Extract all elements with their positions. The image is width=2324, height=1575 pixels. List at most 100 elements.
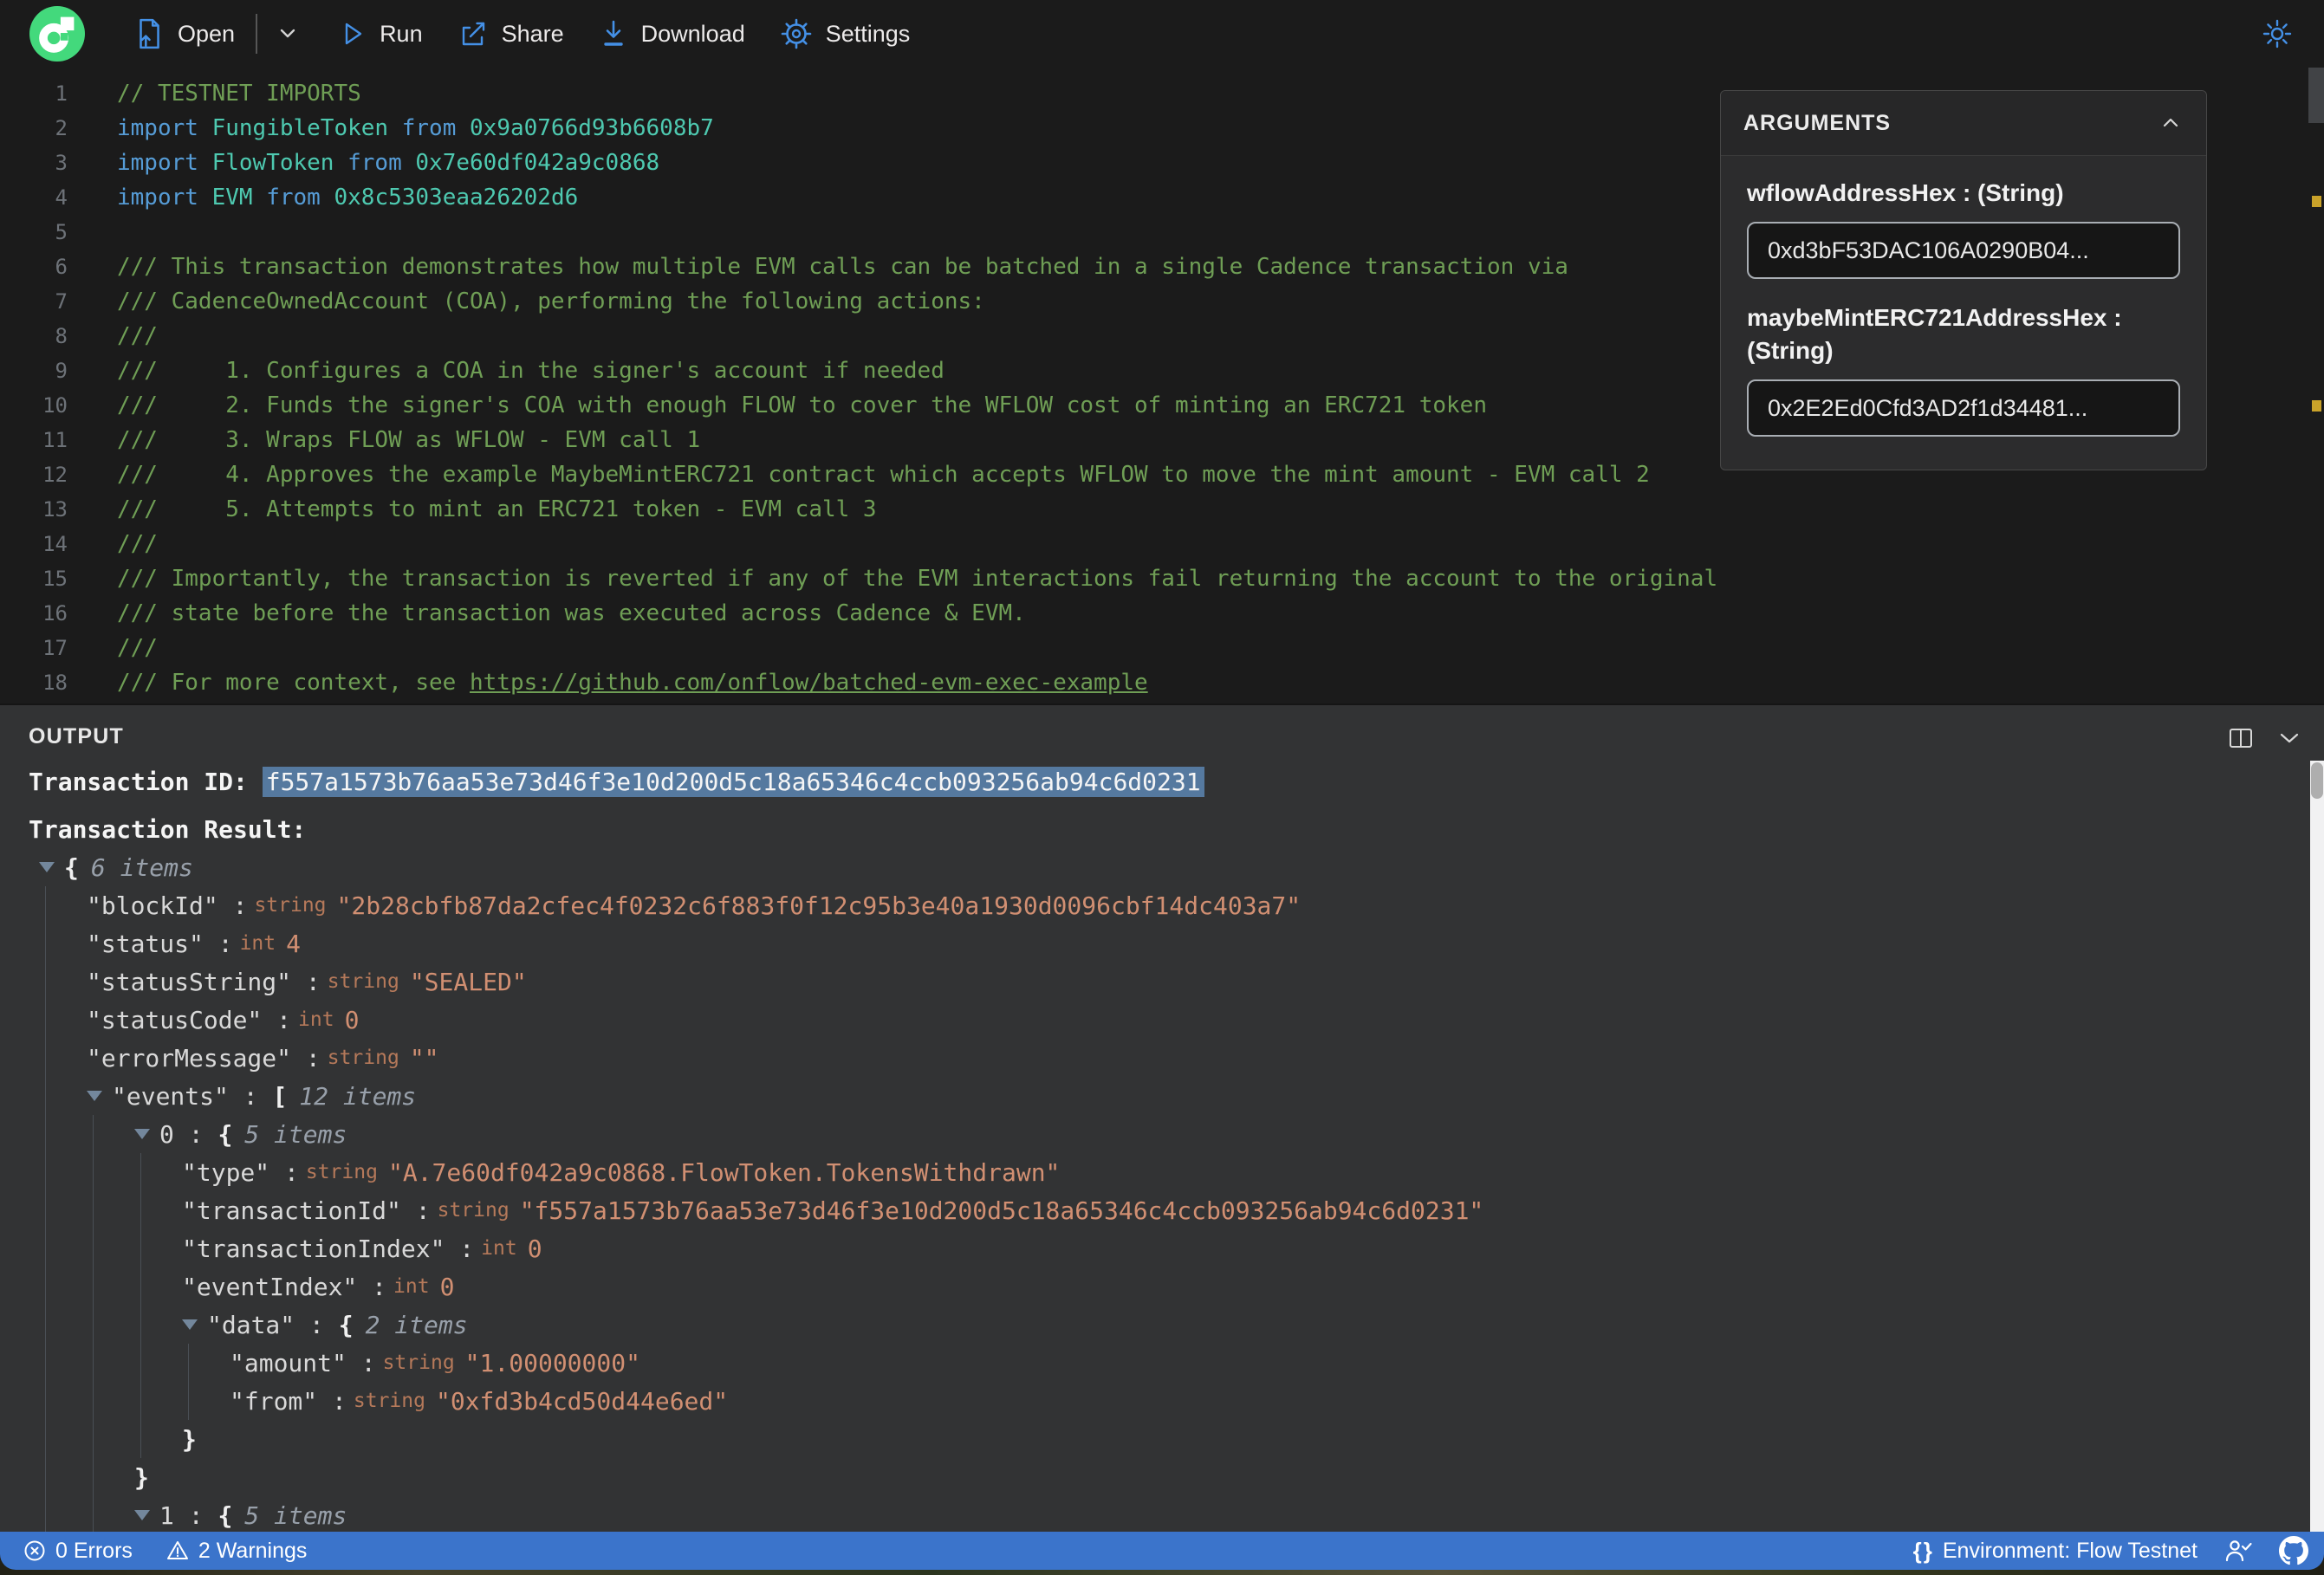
line-number: 9 xyxy=(55,359,68,383)
output-scrollbar-thumb[interactable] xyxy=(2311,762,2323,799)
line-number: 1 xyxy=(55,81,68,106)
tree-value: 4 xyxy=(286,929,301,958)
line-number: 12 xyxy=(42,463,68,487)
open-button[interactable]: Open xyxy=(133,17,235,50)
download-button[interactable]: Download xyxy=(599,18,745,49)
output-scrollbar[interactable] xyxy=(2310,761,2324,1532)
line-number: 2 xyxy=(55,116,68,140)
arguments-header: ARGUMENTS xyxy=(1721,91,2206,156)
toolbar: Open Run Share Download Settings xyxy=(0,0,2324,68)
code-token: 0x8c5303eaa26202d6 xyxy=(334,185,579,211)
tree-value: "SEALED" xyxy=(409,967,527,996)
feedback-person-icon[interactable] xyxy=(2223,1537,2253,1565)
download-icon xyxy=(603,20,623,46)
tree-row: "statusCode" : int 0 xyxy=(87,1001,2324,1039)
collapse-triangle-icon[interactable] xyxy=(134,1129,150,1139)
tree-key: "status" xyxy=(87,929,204,958)
arguments-panel: ARGUMENTS wflowAddressHex : (String) 0xd… xyxy=(1720,90,2207,470)
tree-value-type: int xyxy=(239,932,276,955)
tree-key: "blockId" xyxy=(87,891,218,920)
chevron-down-icon xyxy=(280,29,295,38)
settings-label: Settings xyxy=(825,20,911,47)
tree-colon: : xyxy=(295,1310,339,1339)
editor-scrollbar-thumb[interactable] xyxy=(2308,68,2324,123)
line-number: 7 xyxy=(55,289,68,314)
transaction-id-label: Transaction ID: xyxy=(29,768,263,796)
tree-row: "from" : string "0xfd3b4cd50d44e6ed" xyxy=(230,1382,2324,1420)
collapse-chevron-up-icon[interactable] xyxy=(2158,110,2184,136)
app-window: Open Run Share Download Settings 1 // TE… xyxy=(0,0,2324,1570)
argument-label: maybeMintERC721AddressHex : (String) xyxy=(1747,304,2122,364)
code-token: /// state before the transaction was exe… xyxy=(117,600,1026,626)
tree-bracket: { xyxy=(64,852,79,882)
line-number: 10 xyxy=(42,393,68,418)
code-line: 16 /// state before the transaction was e… xyxy=(0,596,2324,631)
tree-value-type: int xyxy=(481,1237,517,1260)
line-number: 16 xyxy=(42,601,68,625)
tree-row: "eventIndex" : int 0 xyxy=(182,1267,2324,1306)
tree-colon: : xyxy=(217,891,248,920)
tree-value: "A.7e60df042a9c0868.FlowToken.TokensWith… xyxy=(387,1157,1061,1187)
tree-bracket: } xyxy=(182,1424,197,1454)
collapse-triangle-icon[interactable] xyxy=(87,1091,102,1101)
tree-item-count: 2 items xyxy=(365,1310,468,1339)
code-token: /// 1. Configures a COA in the signer's … xyxy=(117,358,945,384)
argument-label: wflowAddressHex : (String) xyxy=(1747,179,2064,206)
errors-status[interactable]: 0 Errors xyxy=(23,1539,133,1564)
tree-key: "eventIndex" xyxy=(182,1272,358,1301)
settings-button[interactable]: Settings xyxy=(780,17,911,50)
theme-toggle-button[interactable] xyxy=(2262,18,2293,49)
collapse-triangle-icon[interactable] xyxy=(182,1319,198,1330)
collapse-triangle-icon[interactable] xyxy=(134,1510,150,1520)
tree-group: "amount" : string "1.00000000" "from" : stri… xyxy=(188,1344,2324,1420)
code-link[interactable]: https://github.com/onflow/batched-evm-ex… xyxy=(470,670,1148,696)
wflow-address-input[interactable]: 0xd3bF53DAC106A0290B04... xyxy=(1747,222,2180,279)
download-label: Download xyxy=(640,20,745,47)
code-line: 15 /// Importantly, the transaction is re… xyxy=(0,561,2324,596)
maybemint-address-input[interactable]: 0x2E2Ed0Cfd3AD2f1d34481... xyxy=(1747,379,2180,437)
tree-value: 0 xyxy=(439,1272,455,1301)
transaction-result-tree: {6 items "blockId" : string "2b28cbfb87da2c… xyxy=(39,848,2324,1532)
code-line: 18 /// For more context, see https://gith… xyxy=(0,665,2324,700)
open-dropdown-button[interactable] xyxy=(273,19,302,49)
share-button[interactable]: Share xyxy=(458,19,564,49)
environment-status[interactable]: {} Environment: Flow Testnet xyxy=(1913,1538,2197,1565)
tree-value: "2b28cbfb87da2cfec4f0232c6f883f0f12c95b3… xyxy=(336,891,1302,920)
run-button[interactable]: Run xyxy=(337,19,423,49)
code-token: import xyxy=(117,185,212,211)
code-token: /// xyxy=(117,323,158,349)
tree-group: "blockId" : string "2b28cbfb87da2cfec4f023… xyxy=(45,886,2324,1532)
tree-value-type: string xyxy=(353,1390,425,1412)
share-label: Share xyxy=(501,20,564,47)
editor-scrollbar[interactable] xyxy=(2308,68,2324,703)
transaction-id-row: Transaction ID: f557a1573b76aa53e73d46f3… xyxy=(29,767,2324,797)
code-token: 0x9a0766d93b6608b7 xyxy=(470,115,714,141)
code-token: from xyxy=(347,150,416,176)
collapse-output-chevron-icon[interactable] xyxy=(2275,724,2303,752)
code-token: import xyxy=(117,115,212,141)
tree-item-count: 5 items xyxy=(244,1500,347,1530)
tree-bracket: } xyxy=(134,1462,149,1492)
arguments-title: ARGUMENTS xyxy=(1743,110,1892,135)
split-panel-icon[interactable] xyxy=(2227,724,2255,752)
errors-count: 0 Errors xyxy=(55,1538,133,1563)
code-token: /// 5. Attempts to mint an ERC721 token … xyxy=(117,496,877,522)
tree-row: {6 items xyxy=(39,848,2324,886)
warnings-status[interactable]: 2 Warnings xyxy=(166,1539,307,1564)
collapse-triangle-icon[interactable] xyxy=(39,862,55,872)
toolbar-divider xyxy=(256,14,258,54)
warning-marker xyxy=(2312,400,2321,412)
code-line: 17 /// xyxy=(0,631,2324,665)
code-line: 13 /// 5. Attempts to mint an ERC721 toke… xyxy=(0,492,2324,527)
environment-label: Environment: Flow Testnet xyxy=(1942,1538,2197,1563)
status-bar: 0 Errors 2 Warnings {} Environment: Flow… xyxy=(0,1532,2324,1570)
tree-bracket: [ xyxy=(272,1081,288,1111)
argument-field: wflowAddressHex : (String) 0xd3bF53DAC10… xyxy=(1747,177,2180,279)
github-icon[interactable] xyxy=(2279,1536,2308,1565)
tree-value: "0xfd3b4cd50d44e6ed" xyxy=(435,1386,729,1416)
code-token: /// 4. Approves the example MaybeMintERC… xyxy=(117,462,1650,488)
line-number: 11 xyxy=(42,428,68,452)
tree-key: "type" xyxy=(182,1157,270,1187)
tree-value-type: int xyxy=(298,1008,334,1031)
line-number: 13 xyxy=(42,497,68,522)
